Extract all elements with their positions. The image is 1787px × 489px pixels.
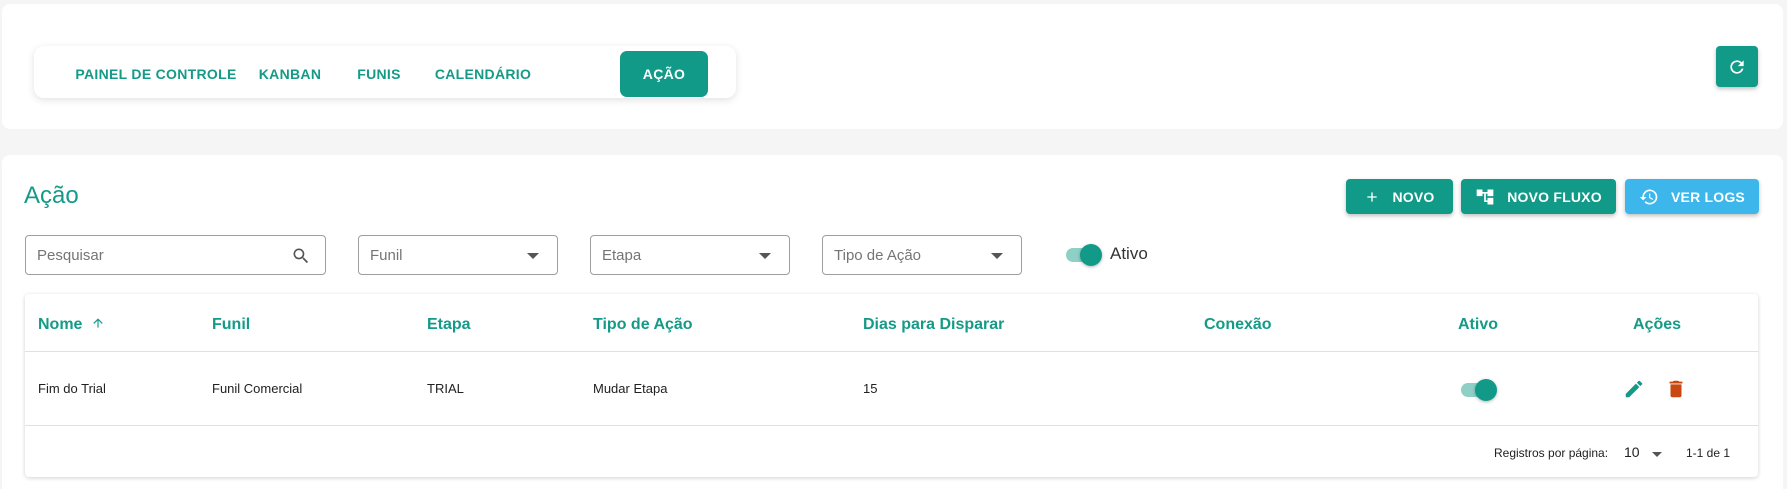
cell-etapa: TRIAL xyxy=(427,381,464,396)
flow-tree-icon xyxy=(1476,189,1494,204)
active-filter-label: Ativo xyxy=(1110,244,1148,263)
tab-acao[interactable]: AÇÃO xyxy=(620,51,708,97)
plus-icon xyxy=(1367,191,1378,202)
refresh-button[interactable] xyxy=(1716,46,1758,87)
column-header-dias-disparar[interactable]: Dias para Disparar xyxy=(863,316,1004,334)
chevron-down-icon xyxy=(991,253,1003,259)
new-button[interactable]: NOVO xyxy=(1346,179,1453,214)
history-icon xyxy=(1639,189,1658,204)
new-flow-button[interactable]: NOVO FLUXO xyxy=(1461,179,1616,214)
chevron-down-icon xyxy=(527,253,539,259)
tab-calendario[interactable]: CALENDÁRIO xyxy=(422,51,544,97)
etapa-select[interactable]: Etapa xyxy=(590,235,790,275)
funil-select-placeholder: Funil xyxy=(370,247,403,264)
row-divider xyxy=(25,425,1758,426)
column-header-funil[interactable]: Funil xyxy=(212,316,250,334)
cell-tipo-acao: Mudar Etapa xyxy=(593,381,668,396)
new-button-label: NOVO xyxy=(1392,188,1435,205)
trash-icon xyxy=(1669,380,1683,398)
header-divider xyxy=(25,351,1758,352)
funil-select[interactable]: Funil xyxy=(358,235,558,275)
delete-button[interactable] xyxy=(1664,377,1688,401)
pagination-range: 1-1 de 1 xyxy=(1686,446,1731,460)
cell-nome: Fim do Trial xyxy=(38,381,106,396)
edit-button[interactable] xyxy=(1622,377,1646,401)
tab-painel-de-controle[interactable]: PAINEL DE CONTROLE xyxy=(68,51,244,97)
pencil-icon xyxy=(1625,380,1643,398)
cell-dias: 15 xyxy=(863,381,878,396)
rows-per-page-label: Registros por página: xyxy=(1494,446,1609,460)
column-header-acoes: Ações xyxy=(1633,316,1682,333)
chevron-down-icon xyxy=(759,253,771,259)
search-icon xyxy=(293,248,309,264)
tipo-acao-select-placeholder: Tipo de Ação xyxy=(834,247,922,264)
etapa-select-placeholder: Etapa xyxy=(602,247,642,264)
column-header-nome[interactable]: Nome xyxy=(38,316,105,334)
rows-per-page-select[interactable]: 10 xyxy=(1624,444,1640,460)
column-header-ativo[interactable]: Ativo xyxy=(1458,316,1498,334)
page-title: Ação xyxy=(24,182,79,209)
tab-bar: PAINEL DE CONTROLE KANBAN FUNIS CALENDÁR… xyxy=(34,46,736,98)
arrow-up-icon xyxy=(93,318,103,328)
cell-funil: Funil Comercial xyxy=(212,381,303,396)
search-input-placeholder: Pesquisar xyxy=(37,247,104,264)
active-filter-toggle[interactable] xyxy=(1066,243,1102,266)
actions-table: Nome Funil Etapa Tipo de Ação Dias para … xyxy=(25,294,1758,477)
new-flow-button-label: NOVO FLUXO xyxy=(1507,188,1602,205)
column-header-etapa[interactable]: Etapa xyxy=(427,316,471,334)
view-logs-button-label: VER LOGS xyxy=(1671,188,1745,205)
row-active-toggle[interactable] xyxy=(1461,378,1497,401)
refresh-icon xyxy=(1730,59,1744,74)
column-header-tipo-acao[interactable]: Tipo de Ação xyxy=(593,316,693,334)
tipo-acao-select[interactable]: Tipo de Ação xyxy=(822,235,1022,275)
tab-kanban[interactable]: KANBAN xyxy=(244,51,336,97)
view-logs-button[interactable]: VER LOGS xyxy=(1625,179,1759,214)
search-input[interactable]: Pesquisar xyxy=(25,235,326,275)
tab-funis[interactable]: FUNIS xyxy=(336,51,422,97)
column-header-conexao[interactable]: Conexão xyxy=(1204,316,1272,334)
chevron-down-icon[interactable] xyxy=(1652,452,1662,457)
